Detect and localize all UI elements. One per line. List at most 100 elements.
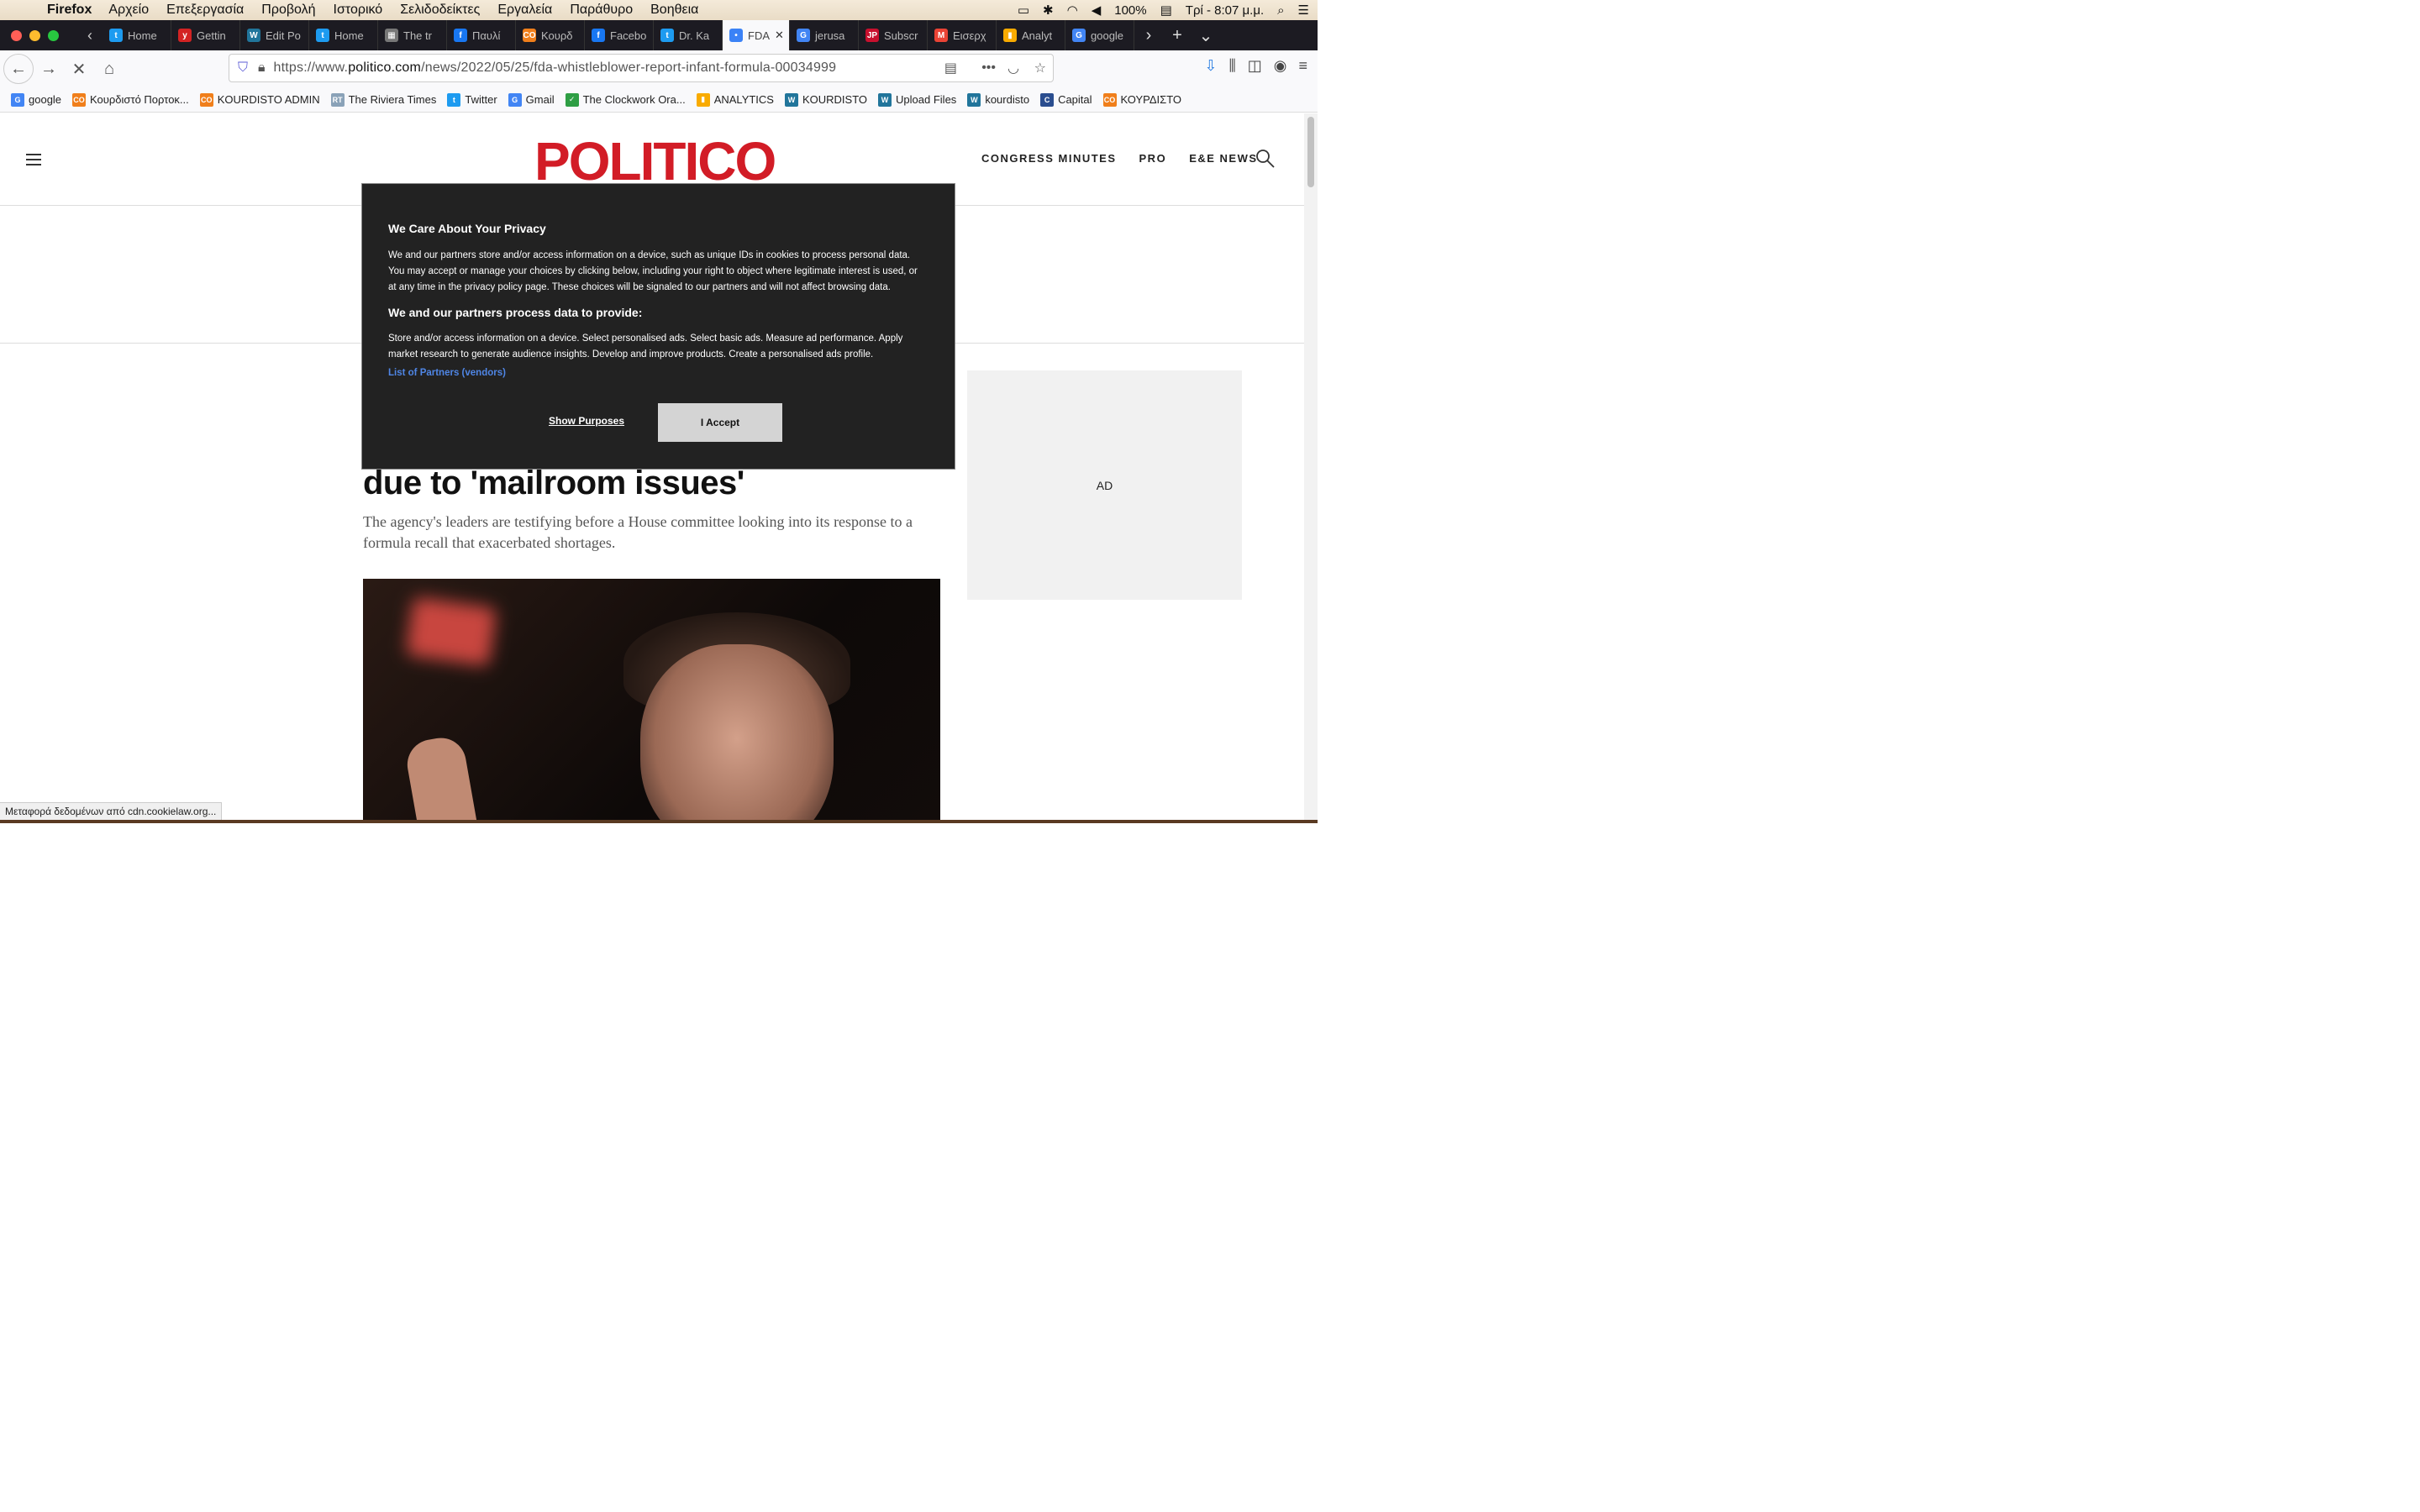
minimize-window-button[interactable] [29, 29, 40, 41]
scrollbar-thumb[interactable] [1307, 117, 1314, 187]
wifi-icon[interactable]: ◠ [1067, 3, 1078, 18]
menu-window[interactable]: Παράθυρο [570, 3, 633, 18]
browser-tab[interactable]: t Home [103, 20, 171, 50]
url-prefix: https://www. [273, 60, 349, 75]
bookmark-item[interactable]: CO ΚΟΥΡΔΙΣΤΟ [1102, 92, 1181, 107]
tracking-protection-icon[interactable]: ⛉ [238, 60, 248, 76]
bookmark-item[interactable]: RT The Riviera Times [330, 92, 436, 107]
page-actions-icon[interactable]: ••• [981, 60, 996, 76]
browser-tab[interactable]: Ggoogle [1065, 20, 1134, 50]
browser-tab[interactable]: t Home [309, 20, 378, 50]
page-scrollbar[interactable] [1304, 113, 1318, 823]
bookmark-item[interactable]: Wkourdisto [967, 92, 1029, 107]
menu-help[interactable]: Βοηθεια [650, 3, 698, 18]
browser-tab[interactable]: ▦ The tr [378, 20, 447, 50]
bookmark-label: Upload Files [896, 93, 957, 106]
browser-tab[interactable]: JP Subscr [859, 20, 928, 50]
sidebar-icon[interactable]: ◫ [1248, 57, 1262, 75]
stop-loading-button[interactable]: ✕ [64, 54, 94, 84]
back-button[interactable]: ← [3, 54, 34, 84]
close-tab-icon[interactable]: ✕ [775, 29, 784, 42]
volume-icon[interactable]: ◀ [1092, 3, 1102, 18]
home-button[interactable]: ⌂ [94, 54, 124, 84]
spotlight-icon[interactable]: ⌕ [1277, 3, 1284, 18]
new-tab-icon[interactable]: + [1163, 26, 1192, 45]
bookmark-item[interactable]: t Twitter [447, 92, 497, 107]
desktop-strip [0, 820, 1318, 823]
browser-tab[interactable]: f Facebo [585, 20, 654, 50]
bookmark-item[interactable]: C Capital [1040, 92, 1092, 107]
app-menu-icon[interactable]: ≡ [1298, 57, 1307, 75]
bookmark-item[interactable]: CO KOURDISTO ADMIN [199, 92, 320, 107]
twitter-icon: t [109, 29, 123, 42]
search-icon[interactable] [1255, 149, 1276, 169]
nav-ee-news[interactable]: E&E NEWS [1189, 152, 1257, 165]
browser-tab[interactable]: M Εισερχ [928, 20, 997, 50]
browser-tab[interactable]: Gjerusa [790, 20, 859, 50]
menu-tools[interactable]: Εργαλεία [497, 3, 552, 18]
nav-congress-minutes[interactable]: CONGRESS MINUTES [981, 152, 1117, 165]
airplay-icon[interactable]: ▭ [1018, 3, 1029, 18]
window-controls [11, 29, 59, 41]
downloads-icon[interactable]: ⇩ [1204, 57, 1217, 75]
toolbar-right: ⇩ ⫼ ◫ ◉ ≡ [1204, 57, 1307, 75]
accept-button[interactable]: I Accept [658, 403, 782, 442]
facebook-icon: f [592, 29, 605, 42]
show-purposes-button[interactable]: Show Purposes [549, 415, 624, 427]
zoom-window-button[interactable] [48, 29, 59, 41]
browser-tab[interactable]: CO Κουρδ [516, 20, 585, 50]
twitter-icon: t [660, 29, 674, 42]
bookmark-item[interactable]: ▮ ANALYTICS [696, 92, 774, 107]
tab-strip: t Home y Gettin W Edit Po t Home ▦ The tr f Παυλί CO… [103, 20, 1134, 50]
web-page: POLITICO CONGRESS MINUTES PRO E&E NEWS d… [0, 113, 1304, 823]
article-dek: The agency's leaders are testifying befo… [363, 513, 913, 551]
bookmark-label: The Clockwork Ora... [582, 93, 686, 106]
partners-link[interactable]: List of Partners (vendors) [388, 368, 506, 378]
browser-tab[interactable]: • FDA ✕ [723, 20, 790, 50]
wordpress-icon: W [784, 92, 798, 107]
address-bar[interactable]: ⛉ 🔒︎ https://www.politico.com/news/2022/… [229, 54, 1054, 82]
bookmark-item[interactable]: ✓ The Clockwork Ora... [565, 92, 686, 107]
menu-bookmarks[interactable]: Σελιδοδείκτες [400, 3, 480, 18]
menu-view[interactable]: Προβολή [261, 3, 315, 18]
flag-icon[interactable]: ▤ [1160, 3, 1172, 18]
menu-file[interactable]: Αρχείο [108, 3, 149, 18]
rt-icon: RT [330, 92, 345, 107]
reader-view-icon[interactable]: ▤ [944, 60, 957, 76]
forward-button[interactable]: → [34, 54, 64, 84]
url-text[interactable]: https://www.politico.com/news/2022/05/25… [274, 60, 837, 76]
menu-history[interactable]: Ιστορικό [334, 3, 383, 18]
bookmark-item[interactable]: W KOURDISTO [784, 92, 867, 107]
close-window-button[interactable] [11, 29, 22, 41]
list-all-tabs-icon[interactable]: ⌄ [1192, 25, 1220, 46]
status-bar: Μεταφορά δεδομένων από cdn.cookielaw.org… [0, 802, 223, 821]
tab-label: The tr [403, 29, 432, 42]
browser-tab[interactable]: y Gettin [171, 20, 240, 50]
browser-tab[interactable]: t Dr. Ka [654, 20, 723, 50]
hamburger-menu-icon[interactable] [26, 154, 41, 169]
bookmark-star-icon[interactable]: ☆ [1034, 60, 1046, 76]
url-path: /news/2022/05/25/fda-whistleblower-repor… [421, 60, 837, 75]
bookmark-label: google [29, 93, 62, 106]
library-icon[interactable]: ⫼ [1228, 57, 1235, 75]
tab-scroll-left-icon[interactable]: ‹ [77, 27, 103, 45]
nav-pro[interactable]: PRO [1139, 152, 1167, 165]
account-icon[interactable]: ◉ [1274, 57, 1287, 75]
browser-tab[interactable]: ▮ Analyt [997, 20, 1065, 50]
bookmark-item[interactable]: Ggoogle [11, 92, 62, 107]
menu-edit[interactable]: Επεξεργασία [166, 3, 244, 18]
bluetooth-icon[interactable]: ✱ [1043, 3, 1054, 18]
browser-tab[interactable]: f Παυλί [447, 20, 516, 50]
bookmark-item[interactable]: G Gmail [508, 92, 555, 107]
sidebar-ad[interactable]: AD [967, 370, 1242, 600]
bookmark-item[interactable]: CO Κουρδιστό Πορτοκ... [72, 92, 189, 107]
pocket-icon[interactable]: ◡ [1007, 60, 1019, 76]
control-center-icon[interactable]: ☰ [1298, 3, 1309, 18]
tab-scroll-right-icon[interactable]: › [1134, 26, 1163, 45]
app-menu-firefox[interactable]: Firefox [47, 3, 92, 18]
lock-icon[interactable]: 🔒︎ [258, 60, 266, 76]
bookmark-item[interactable]: W Upload Files [878, 92, 957, 107]
browser-tab[interactable]: W Edit Po [240, 20, 309, 50]
battery-indicator[interactable]: 100% [1114, 3, 1146, 18]
clock[interactable]: Τρί - 8:07 μ.μ. [1186, 3, 1264, 18]
